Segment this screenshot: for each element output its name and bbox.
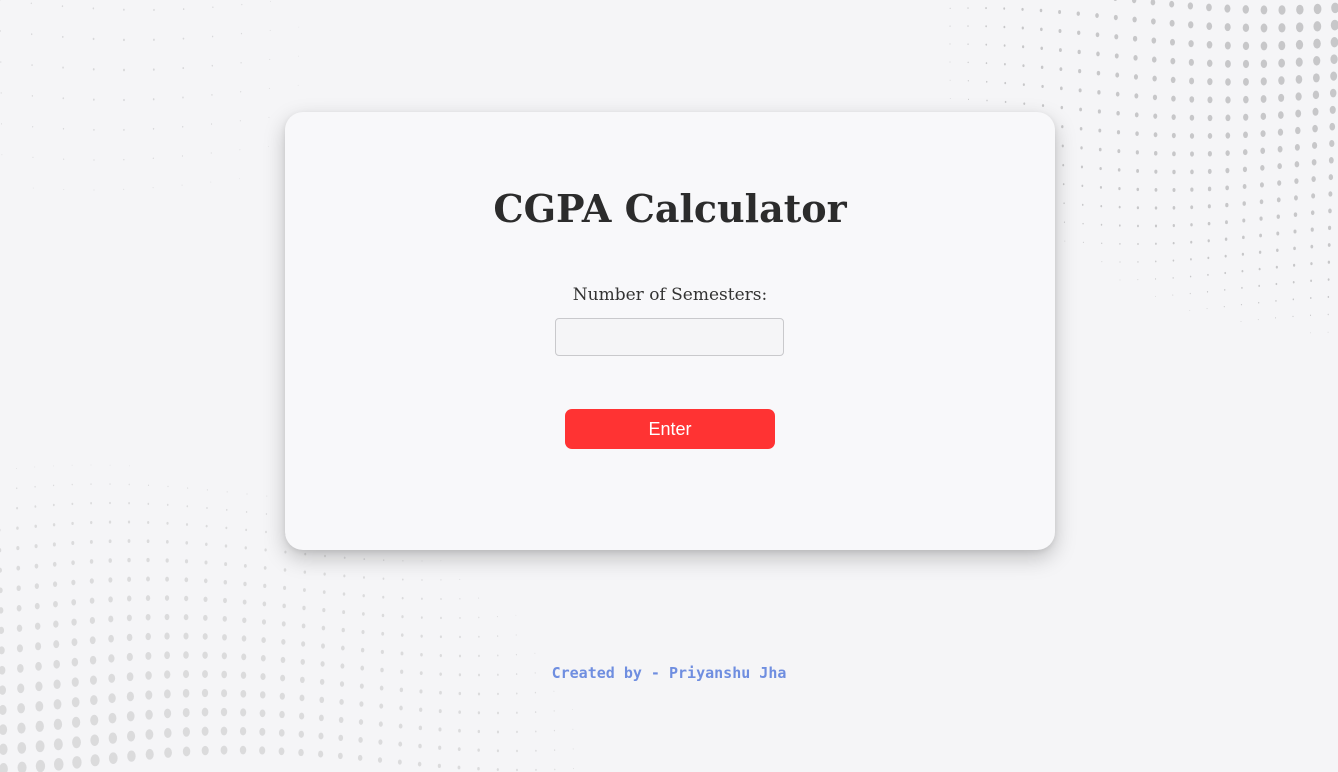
creator-credit: Created by - Priyanshu Jha	[551, 664, 787, 682]
semesters-input[interactable]	[555, 318, 784, 356]
calculator-card: CGPA Calculator Number of Semesters: Ent…	[285, 112, 1055, 550]
enter-button[interactable]: Enter	[565, 409, 775, 449]
semesters-label: Number of Semesters:	[572, 285, 768, 305]
page-title: CGPA Calculator	[493, 186, 847, 231]
